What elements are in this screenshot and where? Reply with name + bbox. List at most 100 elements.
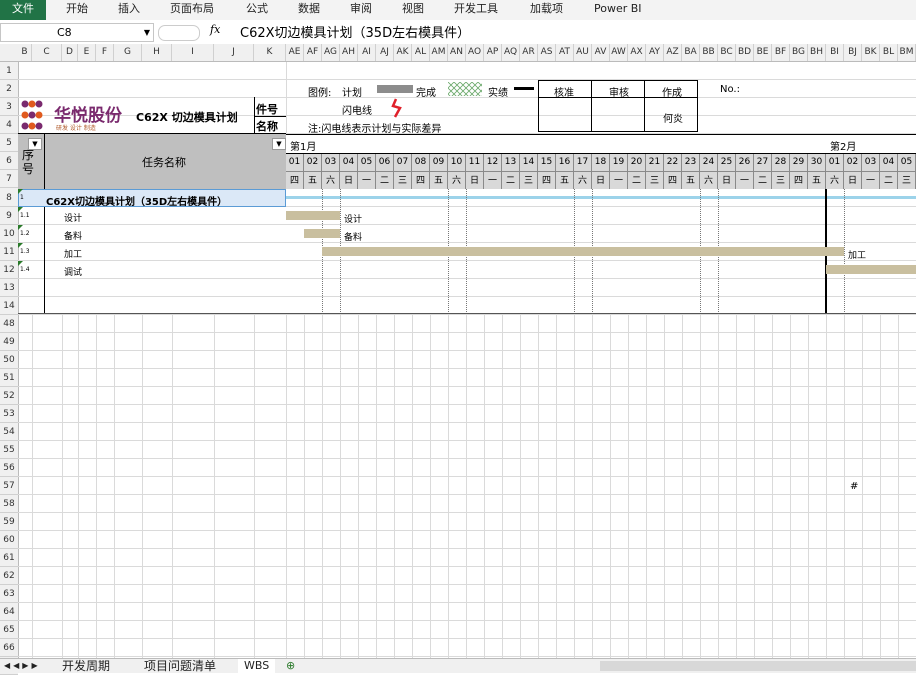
row-header[interactable]: 64 [0, 603, 18, 621]
column-header[interactable]: AS [538, 44, 556, 61]
row-header[interactable]: 2 [0, 80, 18, 98]
ribbon-tab-powerbi[interactable]: Power BI [594, 0, 642, 20]
row-header[interactable]: 57 [0, 477, 18, 495]
column-header[interactable]: AT [556, 44, 574, 61]
ribbon-tab-addins[interactable]: 加载项 [530, 0, 563, 20]
row-header[interactable]: 1 [0, 62, 18, 80]
sheet-tab[interactable]: 开发周期 [62, 659, 110, 673]
column-header[interactable]: AH [340, 44, 358, 61]
gantt-bar[interactable] [322, 247, 844, 256]
row-header[interactable]: 63 [0, 585, 18, 603]
row-header[interactable]: 13 [0, 279, 18, 297]
formula-bar-resize-handle[interactable] [158, 25, 200, 41]
column-header[interactable]: BJ [844, 44, 862, 61]
column-header[interactable]: I [172, 44, 214, 61]
row-header[interactable]: 54 [0, 423, 18, 441]
column-header[interactable]: AX [628, 44, 646, 61]
column-header[interactable]: BI [826, 44, 844, 61]
ribbon-tab-file[interactable]: 文件 [0, 0, 46, 20]
column-header[interactable]: AP [484, 44, 502, 61]
column-header[interactable]: BM [898, 44, 916, 61]
row-header[interactable]: 62 [0, 567, 18, 585]
row-header[interactable]: 49 [0, 333, 18, 351]
row-header[interactable]: 8 [0, 189, 18, 207]
row-header[interactable]: 14 [0, 297, 18, 315]
column-header[interactable]: AY [646, 44, 664, 61]
row-header[interactable]: 65 [0, 621, 18, 639]
task-name[interactable]: 备料 [64, 229, 82, 242]
row-header[interactable]: 53 [0, 405, 18, 423]
column-header[interactable]: BG [790, 44, 808, 61]
task-name[interactable]: 加工 [64, 247, 82, 260]
column-header[interactable]: AF [304, 44, 322, 61]
row-header[interactable]: 6 [0, 152, 18, 170]
ribbon-tab-home[interactable]: 开始 [66, 0, 88, 20]
column-header[interactable]: B [18, 44, 32, 61]
row-header[interactable]: 56 [0, 459, 18, 477]
row-header[interactable]: 66 [0, 639, 18, 657]
column-header[interactable]: AU [574, 44, 592, 61]
column-header[interactable]: AV [592, 44, 610, 61]
column-header[interactable]: G [114, 44, 142, 61]
column-header[interactable]: K [254, 44, 286, 61]
row-header[interactable]: 52 [0, 387, 18, 405]
gantt-bar[interactable] [826, 265, 916, 274]
task-name[interactable]: 设计 [64, 211, 82, 224]
column-header[interactable]: BK [862, 44, 880, 61]
column-header[interactable]: BC [718, 44, 736, 61]
ribbon-tab-view[interactable]: 视图 [402, 0, 424, 20]
column-header[interactable]: D [62, 44, 78, 61]
column-header[interactable]: C [32, 44, 62, 61]
row-header[interactable]: 10 [0, 225, 18, 243]
fx-icon[interactable]: fx [210, 23, 220, 36]
column-header[interactable]: H [142, 44, 172, 61]
column-header[interactable]: AG [322, 44, 340, 61]
column-header[interactable]: BD [736, 44, 754, 61]
column-header[interactable]: AM [430, 44, 448, 61]
sheet-tab[interactable]: 项目问题清单 [144, 659, 216, 673]
column-header[interactable]: BF [772, 44, 790, 61]
task-name[interactable]: C62X切边模具计划（35D左右模具件） [46, 193, 227, 208]
column-header[interactable]: BA [682, 44, 700, 61]
row-header[interactable]: 61 [0, 549, 18, 567]
row-header[interactable]: 5 [0, 134, 18, 152]
column-header[interactable]: AQ [502, 44, 520, 61]
column-header[interactable]: AJ [376, 44, 394, 61]
task-name[interactable]: 调试 [64, 265, 82, 278]
row-header[interactable]: 59 [0, 513, 18, 531]
row-header[interactable]: 4 [0, 116, 18, 134]
ribbon-tab-formulas[interactable]: 公式 [246, 0, 268, 20]
row-header[interactable]: 60 [0, 531, 18, 549]
row-header[interactable]: 48 [0, 315, 18, 333]
row-header[interactable]: 12 [0, 261, 18, 279]
filter-dropdown-icon[interactable]: ▼ [28, 138, 42, 150]
row-header[interactable]: 50 [0, 351, 18, 369]
column-header[interactable]: AR [520, 44, 538, 61]
name-box[interactable]: C8 ▼ [0, 23, 154, 42]
column-header[interactable]: J [214, 44, 254, 61]
ribbon-tab-page-layout[interactable]: 页面布局 [170, 0, 214, 20]
column-header[interactable]: AK [394, 44, 412, 61]
sheet-nav-arrows-icon[interactable]: ◀◀▶▶ [4, 659, 41, 673]
column-header[interactable]: E [78, 44, 96, 61]
ribbon-tab-developer[interactable]: 开发工具 [454, 0, 498, 20]
gantt-bar[interactable] [286, 211, 340, 220]
add-sheet-icon[interactable]: ⊕ [286, 659, 295, 673]
chevron-down-icon[interactable]: ▼ [144, 24, 150, 41]
ribbon-tab-insert[interactable]: 插入 [118, 0, 140, 20]
ribbon-tab-review[interactable]: 审阅 [350, 0, 372, 20]
formula-input[interactable]: C62X切边模具计划（35D左右模具件） [240, 22, 470, 41]
column-header[interactable]: AW [610, 44, 628, 61]
row-header[interactable]: 7 [0, 170, 18, 188]
filter-dropdown-icon[interactable]: ▼ [272, 138, 286, 150]
column-header[interactable]: AN [448, 44, 466, 61]
column-header[interactable]: F [96, 44, 114, 61]
row-header[interactable]: 58 [0, 495, 18, 513]
ribbon-tab-data[interactable]: 数据 [298, 0, 320, 20]
column-header[interactable]: BB [700, 44, 718, 61]
column-header[interactable]: AL [412, 44, 430, 61]
column-header[interactable]: AE [286, 44, 304, 61]
horizontal-scrollbar[interactable] [600, 661, 916, 671]
row-header[interactable]: 55 [0, 441, 18, 459]
row-header[interactable]: 11 [0, 243, 18, 261]
